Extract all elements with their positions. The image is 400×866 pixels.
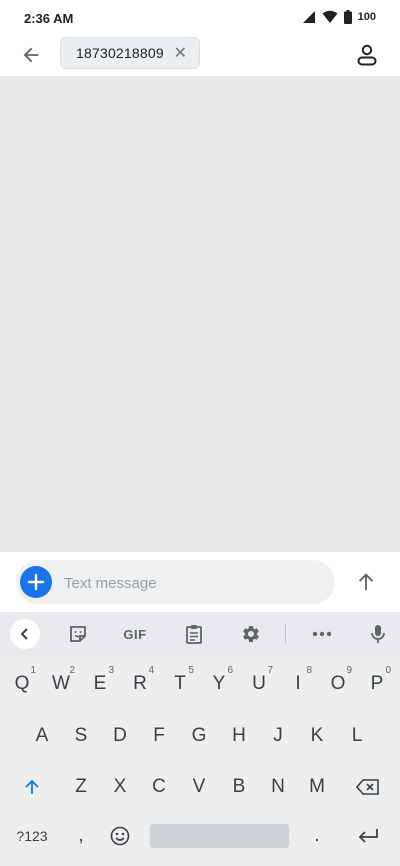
keyboard: GIF Q1 W2 E3 R4 T5 Y6 U7 I8 O9 P0 A S D …	[0, 612, 400, 866]
key-w[interactable]: W2	[41, 664, 81, 704]
enter-key[interactable]	[348, 816, 388, 856]
contact-button[interactable]	[352, 40, 382, 70]
wifi-icon	[322, 10, 338, 23]
microphone-icon	[371, 625, 385, 643]
key-p[interactable]: P0	[357, 664, 397, 704]
key-d[interactable]: D	[100, 716, 140, 756]
battery-level: 100	[357, 11, 376, 23]
key-m[interactable]: M	[297, 767, 337, 807]
arrow-up-icon	[358, 573, 374, 591]
shift-key[interactable]	[12, 767, 52, 807]
keyboard-toolbar: GIF	[0, 612, 400, 656]
attach-button[interactable]	[20, 566, 52, 598]
key-s[interactable]: S	[61, 716, 101, 756]
key-x[interactable]: X	[100, 767, 140, 807]
key-n[interactable]: N	[258, 767, 298, 807]
symbols-key[interactable]: ?123	[8, 816, 56, 856]
key-v[interactable]: V	[179, 767, 219, 807]
key-l[interactable]: L	[337, 716, 377, 756]
shift-arrow-icon	[25, 779, 39, 794]
app-bar: 18730218809 ✕	[0, 36, 400, 76]
key-g[interactable]: G	[179, 716, 219, 756]
clipboard-button[interactable]	[180, 620, 208, 648]
backspace-key[interactable]	[348, 767, 388, 807]
key-o[interactable]: O9	[318, 664, 358, 704]
battery-icon	[343, 10, 352, 24]
status-icons: 100	[302, 10, 376, 24]
sticker-button[interactable]	[64, 620, 92, 648]
recipient-chip[interactable]: 18730218809 ✕	[60, 37, 200, 69]
clipboard-icon	[186, 625, 202, 644]
key-u[interactable]: U7	[239, 664, 279, 704]
period-key[interactable]: .	[297, 816, 337, 856]
more-horiz-icon	[312, 631, 332, 637]
gear-icon	[243, 626, 259, 642]
enter-arrow-icon	[358, 829, 378, 843]
key-j[interactable]: J	[258, 716, 298, 756]
keyboard-collapse-button[interactable]	[10, 619, 40, 649]
key-i[interactable]: I8	[278, 664, 318, 704]
gif-label: GIF	[123, 626, 147, 642]
arrow-back-icon	[23, 47, 39, 63]
keyboard-keys: Q1 W2 E3 R4 T5 Y6 U7 I8 O9 P0 A S D F G …	[0, 656, 400, 866]
key-k[interactable]: K	[297, 716, 337, 756]
recipient-number: 18730218809	[76, 45, 164, 61]
comma-key[interactable]: ,	[61, 816, 101, 856]
key-t[interactable]: T5	[160, 664, 200, 704]
more-options-button[interactable]	[308, 620, 336, 648]
key-q[interactable]: Q1	[2, 664, 42, 704]
signal-icon	[302, 11, 315, 23]
status-bar: 2:36 AM 100	[0, 0, 400, 36]
compose-field	[16, 560, 335, 604]
composer-bar	[0, 552, 400, 612]
key-f[interactable]: F	[139, 716, 179, 756]
voice-input-button[interactable]	[364, 620, 392, 648]
key-h[interactable]: H	[219, 716, 259, 756]
key-c[interactable]: C	[139, 767, 179, 807]
key-e[interactable]: E3	[80, 664, 120, 704]
conversation-area	[0, 76, 400, 552]
chevron-left-icon	[20, 628, 28, 640]
key-y[interactable]: Y6	[199, 664, 239, 704]
key-b[interactable]: B	[219, 767, 259, 807]
sticker-icon	[70, 626, 86, 642]
space-key[interactable]	[150, 824, 289, 848]
plus-icon	[27, 573, 45, 591]
settings-button[interactable]	[237, 620, 265, 648]
person-icon	[357, 44, 377, 66]
emoji-icon	[110, 826, 130, 846]
toolbar-divider	[285, 624, 286, 644]
message-input[interactable]	[64, 572, 314, 594]
back-button[interactable]	[16, 40, 46, 70]
key-z[interactable]: Z	[61, 767, 101, 807]
gif-button[interactable]: GIF	[118, 620, 152, 648]
key-r[interactable]: R4	[120, 664, 160, 704]
backspace-icon	[356, 779, 379, 795]
status-time: 2:36 AM	[24, 11, 74, 26]
emoji-key[interactable]	[100, 816, 140, 856]
remove-recipient-icon[interactable]: ✕	[174, 43, 187, 63]
key-a[interactable]: A	[22, 716, 62, 756]
send-button[interactable]	[352, 568, 380, 596]
